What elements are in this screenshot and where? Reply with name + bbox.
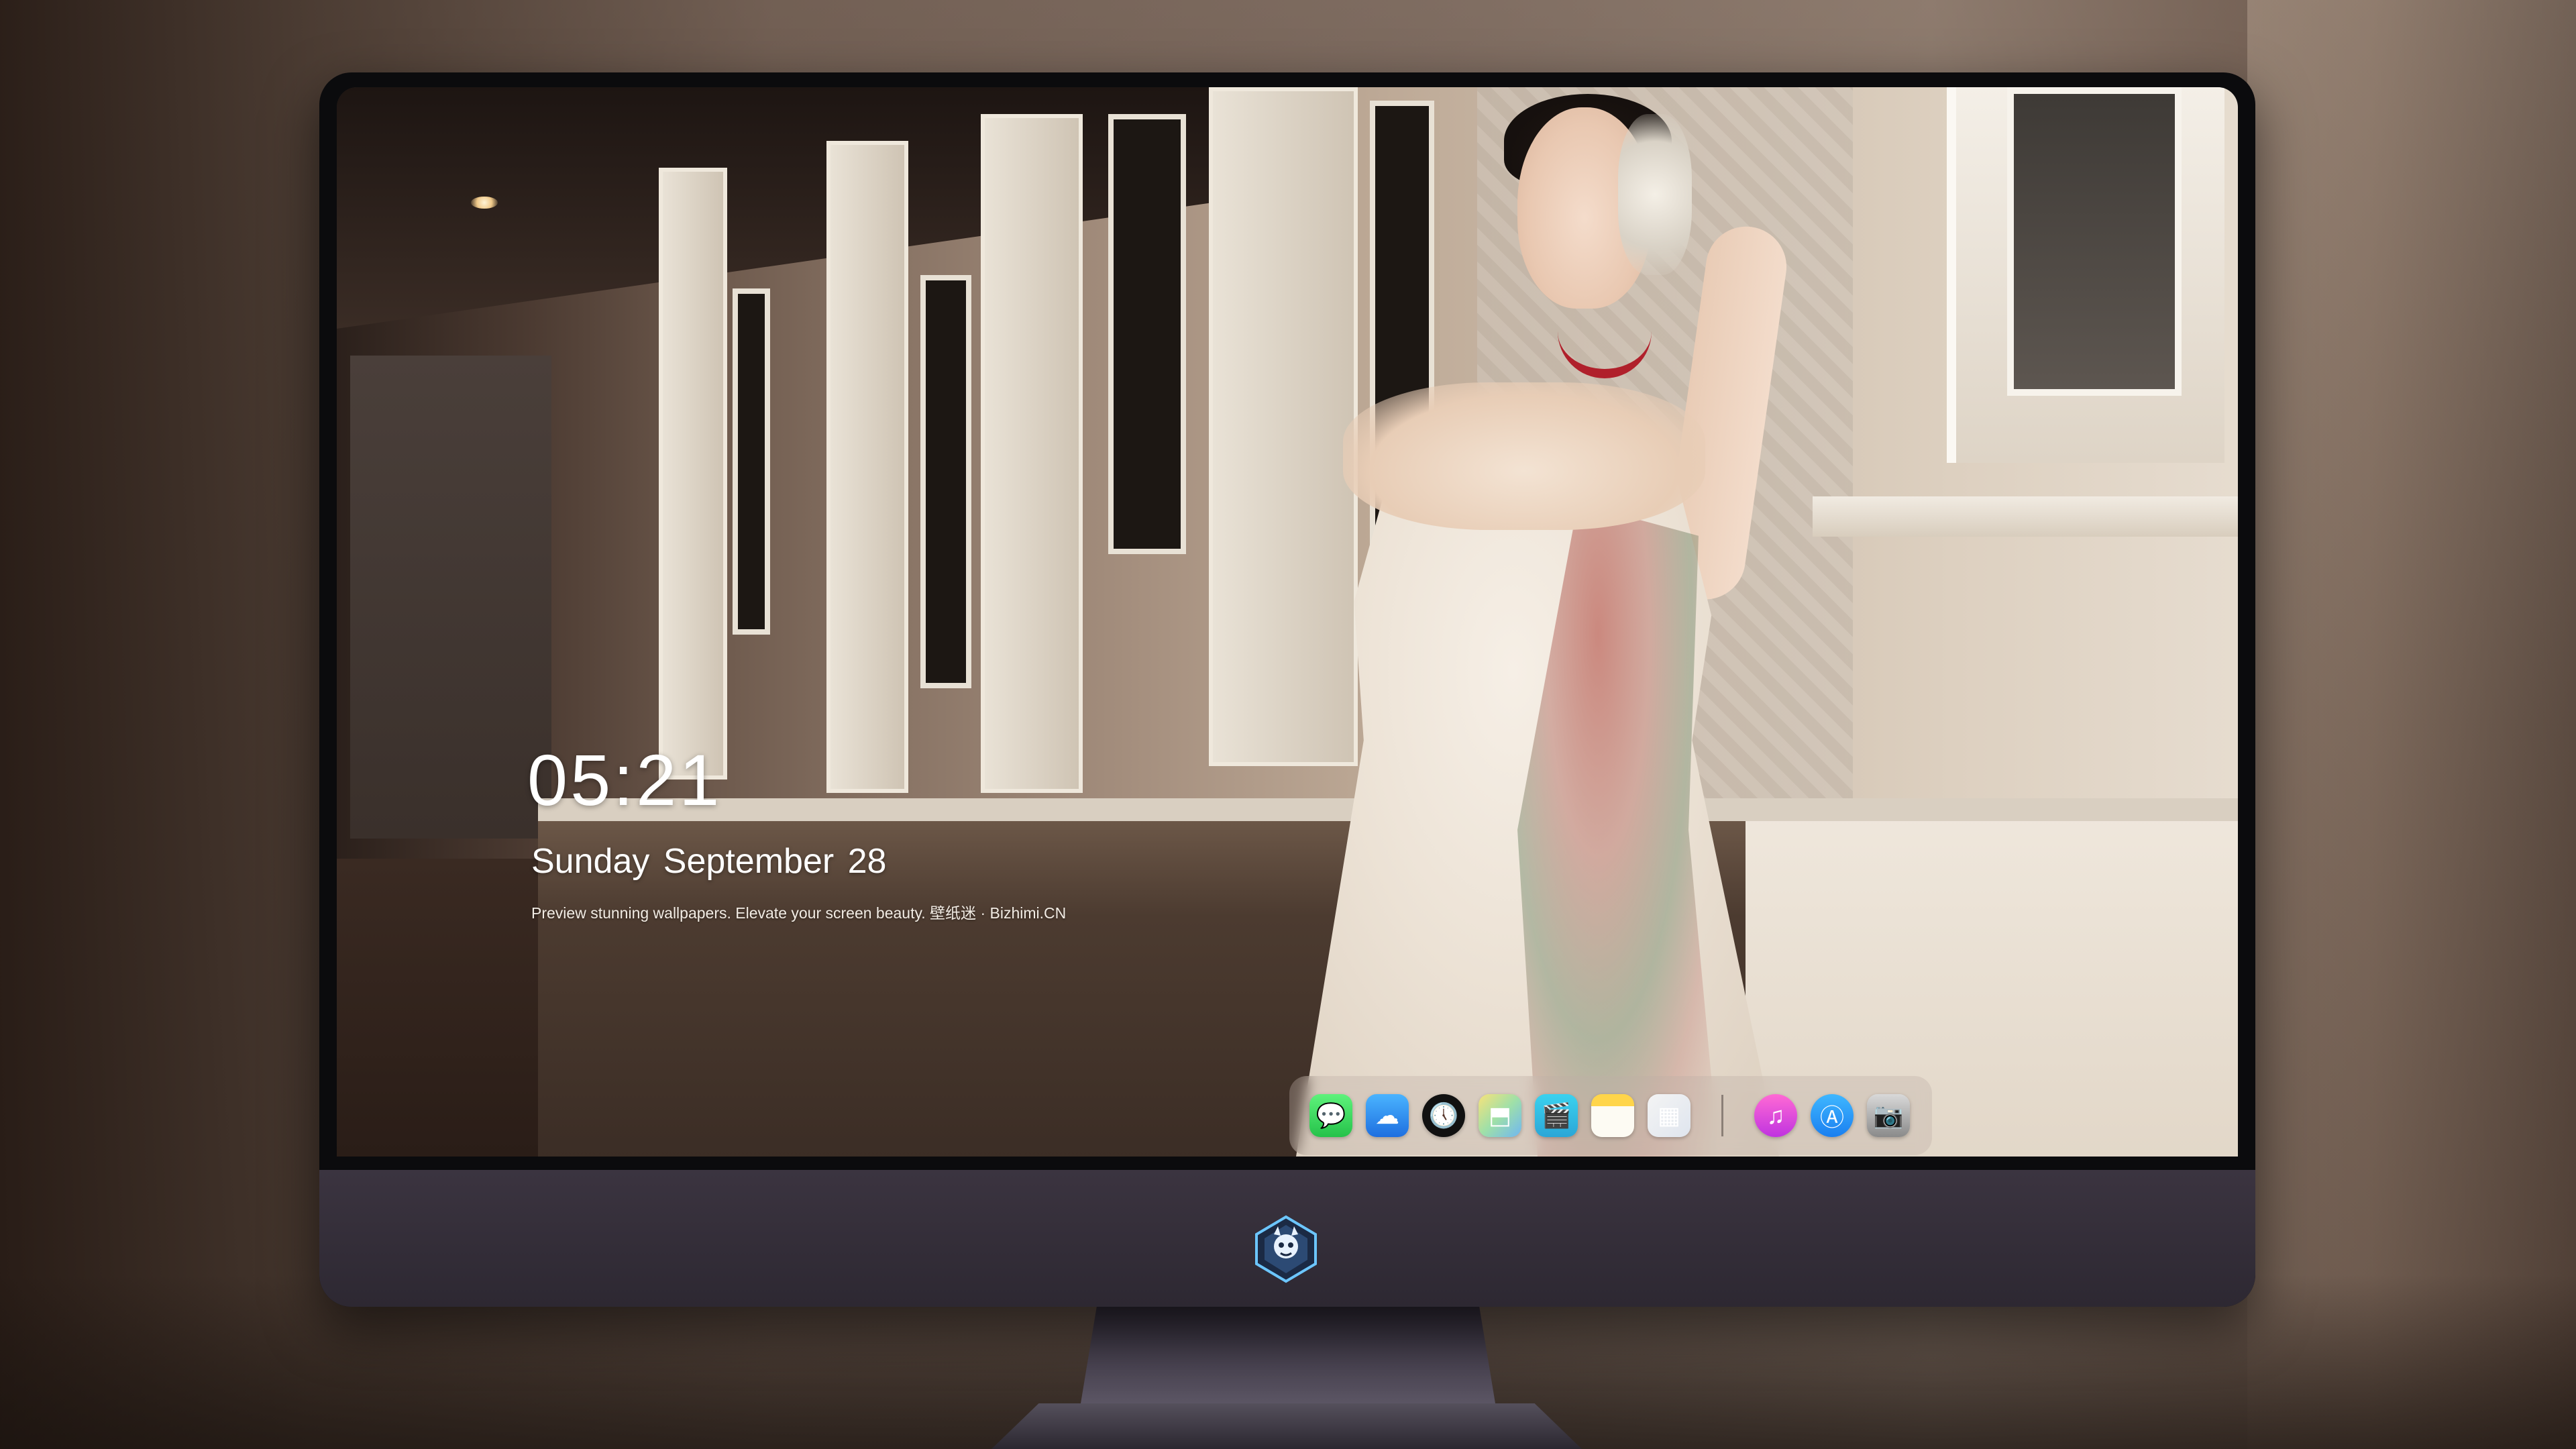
wallpaper-pillar <box>981 114 1083 793</box>
wallpaper-figure-shoulders <box>1343 382 1705 530</box>
monitor-stand-base <box>991 1403 1582 1449</box>
wallpaper-far-door <box>350 356 551 839</box>
weather-icon[interactable]: ☁ <box>1366 1094 1409 1137</box>
clips-icon[interactable]: 🎬 <box>1535 1094 1578 1137</box>
dock: 💬 ☁ 🕔 ⬒ 🎬 ▦ ♫ Ⓐ 📷 <box>1289 1076 1932 1155</box>
messages-icon[interactable]: 💬 <box>1309 1094 1352 1137</box>
lock-screen-tagline: Preview stunning wallpapers. Elevate you… <box>531 904 1067 922</box>
wallpaper-pillar <box>826 141 908 793</box>
wallpaper-frame <box>920 275 971 688</box>
maps-icon[interactable]: ⬒ <box>1479 1094 1521 1137</box>
wallpaper <box>337 87 2238 1157</box>
dock-separator <box>1721 1095 1723 1136</box>
wallpaper-pillar <box>659 168 727 780</box>
wallpaper-frame <box>733 288 770 635</box>
camera-icon[interactable]: 📷 <box>1867 1094 1910 1137</box>
clock-icon[interactable]: 🕔 <box>1422 1094 1465 1137</box>
photos-icon[interactable]: ▦ <box>1648 1094 1690 1137</box>
lock-screen-time: 05:21 <box>527 739 722 820</box>
wallpaper-hair-ornament <box>1618 114 1692 275</box>
monitor-stand-neck <box>1080 1307 1496 1407</box>
monitor-chin <box>319 1170 2255 1307</box>
lock-screen-date: Sunday September 28 <box>531 842 887 881</box>
wallpaper-frame <box>1108 114 1186 554</box>
wallpaper-ceiling-light <box>471 197 498 209</box>
wallpaper-window <box>1209 87 1358 766</box>
wallpaper-window-glass <box>2007 87 2182 396</box>
lock-screen[interactable]: 05:21 Sunday September 28 Preview stunni… <box>337 87 2238 1157</box>
app-store-icon[interactable]: Ⓐ <box>1811 1094 1854 1137</box>
wallpaper-window-sill <box>1813 496 2238 537</box>
music-icon[interactable]: ♫ <box>1754 1094 1797 1137</box>
background-wall-right <box>2247 0 2576 1449</box>
monitor: 05:21 Sunday September 28 Preview stunni… <box>319 72 2255 1307</box>
notes-icon[interactable] <box>1591 1094 1634 1137</box>
brand-logo-icon <box>1251 1214 1321 1284</box>
